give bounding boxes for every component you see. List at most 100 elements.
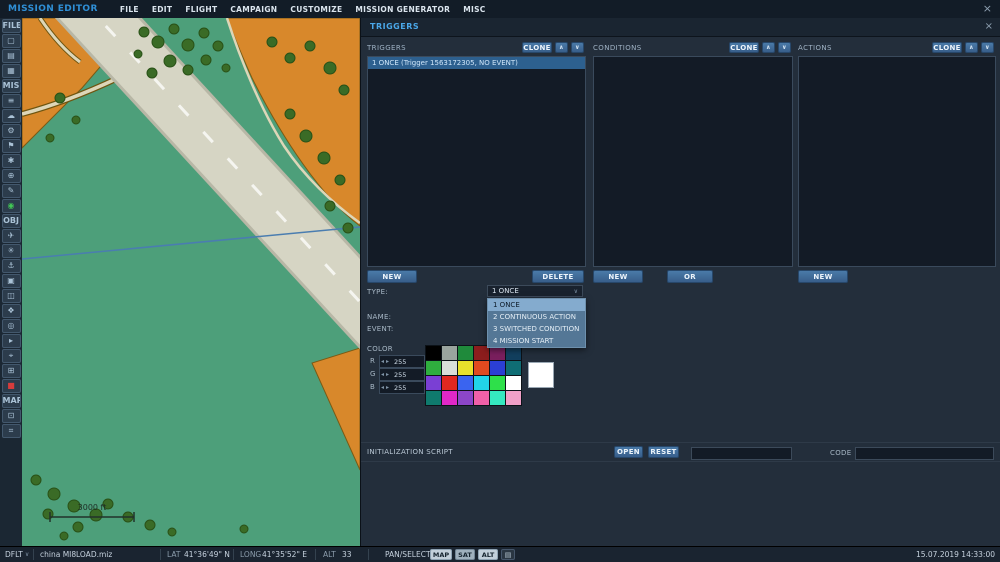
actions-list[interactable] bbox=[798, 56, 996, 267]
palette-swatch[interactable] bbox=[458, 361, 473, 375]
palette-swatch[interactable] bbox=[506, 391, 521, 405]
palette-swatch[interactable] bbox=[458, 391, 473, 405]
new-trigger-button[interactable]: NEW bbox=[367, 270, 417, 283]
notes-icon[interactable]: ✎ bbox=[1, 184, 21, 198]
trigger-zone-icon[interactable]: ◎ bbox=[1, 319, 21, 333]
spinner-right-icon[interactable]: ▸ bbox=[385, 384, 390, 391]
fly-mission-icon[interactable]: ◉ bbox=[1, 199, 21, 213]
type-option[interactable]: 4 MISSION START bbox=[488, 335, 585, 347]
open-script-button[interactable]: OPEN bbox=[614, 446, 643, 458]
trigger-move-down-icon[interactable]: ∨ bbox=[571, 42, 584, 53]
map-grid-icon[interactable]: ⌗ bbox=[1, 424, 21, 438]
spinner-right-icon[interactable]: ▸ bbox=[385, 358, 390, 365]
type-label: TYPE: bbox=[367, 288, 389, 296]
triggers-list[interactable]: 1 ONCE (Trigger 1563172305, NO EVENT) bbox=[367, 56, 586, 267]
helicopter-group-icon[interactable]: ✳ bbox=[1, 244, 21, 258]
type-option[interactable]: 1 ONCE bbox=[488, 299, 585, 311]
conditions-list[interactable] bbox=[593, 56, 793, 267]
open-mission-icon[interactable]: ▤ bbox=[1, 49, 21, 63]
palette-swatch[interactable] bbox=[426, 376, 441, 390]
palette-swatch[interactable] bbox=[458, 346, 473, 360]
green-spinner[interactable]: ◂ ▸ 255 bbox=[379, 368, 425, 381]
ship-group-icon[interactable]: ⚓ bbox=[1, 259, 21, 273]
measure-tool-icon[interactable]: ⌖ bbox=[1, 349, 21, 363]
palette-swatch[interactable] bbox=[474, 361, 489, 375]
static-object-icon[interactable]: ◫ bbox=[1, 289, 21, 303]
script-file-input[interactable] bbox=[691, 447, 792, 460]
palette-swatch[interactable] bbox=[490, 376, 505, 390]
triggers-panel-header: TRIGGERS × bbox=[361, 18, 1000, 37]
vehicle-group-icon[interactable]: ▣ bbox=[1, 274, 21, 288]
script-code-input[interactable] bbox=[855, 447, 994, 460]
palette-swatch[interactable] bbox=[506, 361, 521, 375]
trigger-list-item[interactable]: 1 ONCE (Trigger 1563172305, NO EVENT) bbox=[368, 57, 585, 69]
palette-swatch[interactable] bbox=[426, 391, 441, 405]
palette-swatch[interactable] bbox=[490, 391, 505, 405]
clone-condition-button[interactable]: CLONE bbox=[729, 42, 759, 53]
spinner-right-icon[interactable]: ▸ bbox=[385, 371, 390, 378]
airplane-group-icon[interactable]: ✈ bbox=[1, 229, 21, 243]
palette-swatch[interactable] bbox=[442, 361, 457, 375]
window-close-icon[interactable]: × bbox=[983, 2, 992, 15]
failures-icon[interactable]: ✱ bbox=[1, 154, 21, 168]
menu-item[interactable]: EDIT bbox=[152, 5, 172, 14]
restricted-zone-icon[interactable]: ■ bbox=[1, 379, 21, 393]
reset-script-button[interactable]: RESET bbox=[648, 446, 679, 458]
palette-swatch[interactable] bbox=[474, 376, 489, 390]
grid-snap-icon[interactable]: ⊞ bbox=[1, 364, 21, 378]
profile-select[interactable]: DFLT ∨ bbox=[5, 547, 29, 562]
briefing-icon[interactable]: ≡ bbox=[1, 94, 21, 108]
menu-item[interactable]: MISSION GENERATOR bbox=[355, 5, 450, 14]
new-condition-button[interactable]: NEW bbox=[593, 270, 643, 283]
palette-swatch[interactable] bbox=[426, 361, 441, 375]
menu-item[interactable]: CAMPAIGN bbox=[230, 5, 277, 14]
menu-item[interactable]: FLIGHT bbox=[185, 5, 217, 14]
clone-action-button[interactable]: CLONE bbox=[932, 42, 962, 53]
panel-close-icon[interactable]: × bbox=[985, 21, 993, 32]
map-toggle-button[interactable]: MAP bbox=[430, 549, 452, 560]
blue-spinner[interactable]: ◂ ▸ 255 bbox=[379, 381, 425, 394]
mission-options-icon[interactable]: ⚙ bbox=[1, 124, 21, 138]
red-spinner[interactable]: ◂ ▸ 255 bbox=[379, 355, 425, 368]
palette-swatch[interactable] bbox=[474, 391, 489, 405]
trigger-move-up-icon[interactable]: ∧ bbox=[555, 42, 568, 53]
palette-swatch[interactable] bbox=[506, 376, 521, 390]
new-mission-icon[interactable]: ▢ bbox=[1, 34, 21, 48]
clone-trigger-button[interactable]: CLONE bbox=[522, 42, 552, 53]
palette-swatch[interactable] bbox=[458, 376, 473, 390]
resources-icon[interactable]: ⊕ bbox=[1, 169, 21, 183]
menu-item[interactable]: MISC bbox=[463, 5, 485, 14]
condition-move-down-icon[interactable]: ∨ bbox=[778, 42, 791, 53]
delete-trigger-button[interactable]: DELETE bbox=[532, 270, 584, 283]
action-move-down-icon[interactable]: ∨ bbox=[981, 42, 994, 53]
palette-swatch[interactable] bbox=[506, 346, 521, 360]
palette-swatch[interactable] bbox=[490, 346, 505, 360]
map-layers-icon[interactable]: ⊡ bbox=[1, 409, 21, 423]
type-option[interactable]: 3 SWITCHED CONDITION bbox=[488, 323, 585, 335]
condition-move-up-icon[interactable]: ∧ bbox=[762, 42, 775, 53]
map-view[interactable]: 3000 ft bbox=[21, 0, 431, 547]
palette-swatch[interactable] bbox=[442, 346, 457, 360]
palette-swatch[interactable] bbox=[474, 346, 489, 360]
waypoint-icon[interactable]: ▸ bbox=[1, 334, 21, 348]
weather-icon[interactable]: ☁ bbox=[1, 109, 21, 123]
trigger-type-select[interactable]: 1 ONCE ∨ bbox=[487, 285, 583, 297]
menu-item[interactable]: CUSTOMIZE bbox=[290, 5, 342, 14]
menu-item[interactable]: FILE bbox=[120, 5, 139, 14]
or-condition-button[interactable]: OR bbox=[667, 270, 713, 283]
layers-icon[interactable]: ▤ bbox=[501, 549, 515, 560]
palette-swatch[interactable] bbox=[426, 346, 441, 360]
sat-toggle-button[interactable]: SAT bbox=[455, 549, 475, 560]
action-move-up-icon[interactable]: ∧ bbox=[965, 42, 978, 53]
new-action-button[interactable]: NEW bbox=[798, 270, 848, 283]
alt-toggle-button[interactable]: ALT bbox=[478, 549, 498, 560]
palette-swatch[interactable] bbox=[442, 391, 457, 405]
pan-select-mode[interactable]: PAN/SELECT bbox=[385, 547, 431, 562]
goals-icon[interactable]: ⚑ bbox=[1, 139, 21, 153]
palette-swatch[interactable] bbox=[442, 376, 457, 390]
save-mission-icon[interactable]: ▦ bbox=[1, 64, 21, 78]
palette-swatch[interactable] bbox=[490, 361, 505, 375]
type-option[interactable]: 2 CONTINUOUS ACTION bbox=[488, 311, 585, 323]
template-icon[interactable]: ❖ bbox=[1, 304, 21, 318]
map-canvas[interactable]: 3000 ft bbox=[21, 0, 431, 547]
